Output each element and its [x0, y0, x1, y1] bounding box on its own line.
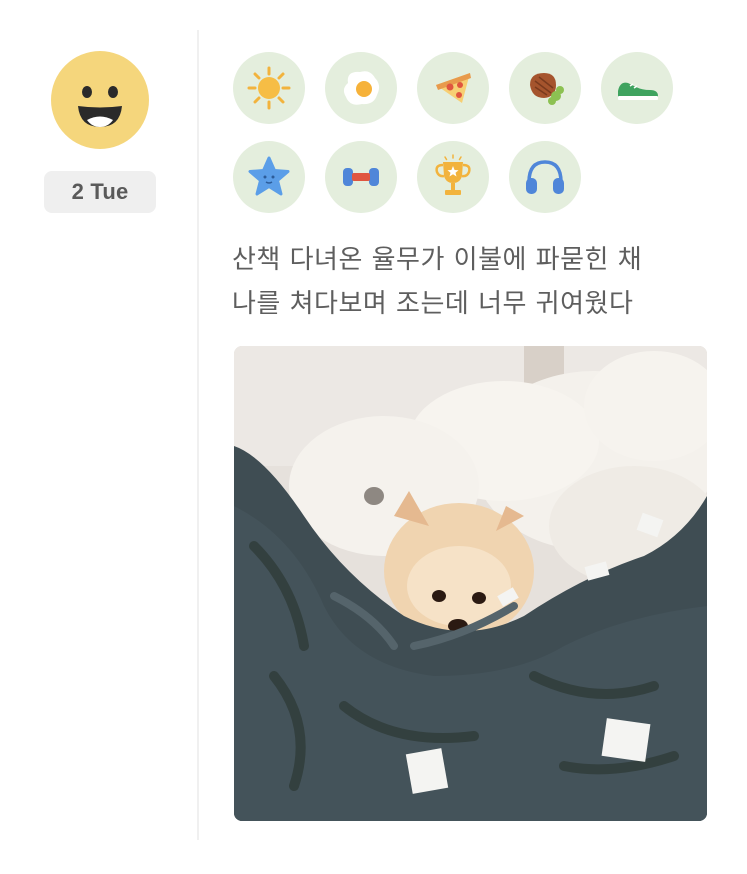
headphones-icon[interactable]	[509, 141, 581, 213]
activity-icons-row-2	[233, 141, 581, 213]
pizza-slice-icon[interactable]	[417, 52, 489, 124]
grinning-face-icon[interactable]	[51, 51, 149, 149]
sneaker-icon[interactable]	[601, 52, 673, 124]
fried-egg-icon[interactable]	[325, 52, 397, 124]
sun-icon[interactable]	[233, 52, 305, 124]
activity-icons-row-1	[233, 52, 673, 124]
diary-note-text: 산책 다녀온 율무가 이불에 파묻힌 채 나를 쳐다보며 조는데 너무 귀여웠다	[232, 245, 643, 319]
steak-icon[interactable]	[509, 52, 581, 124]
star-icon[interactable]	[233, 141, 305, 213]
pomeranian-dog-under-blanket-photo[interactable]	[234, 346, 707, 821]
dumbbell-icon[interactable]	[325, 141, 397, 213]
entry-meta-column: 2 Tue	[0, 0, 198, 874]
column-divider	[197, 30, 199, 840]
trophy-icon[interactable]	[417, 141, 489, 213]
entry-date-badge: 2 Tue	[44, 171, 156, 213]
